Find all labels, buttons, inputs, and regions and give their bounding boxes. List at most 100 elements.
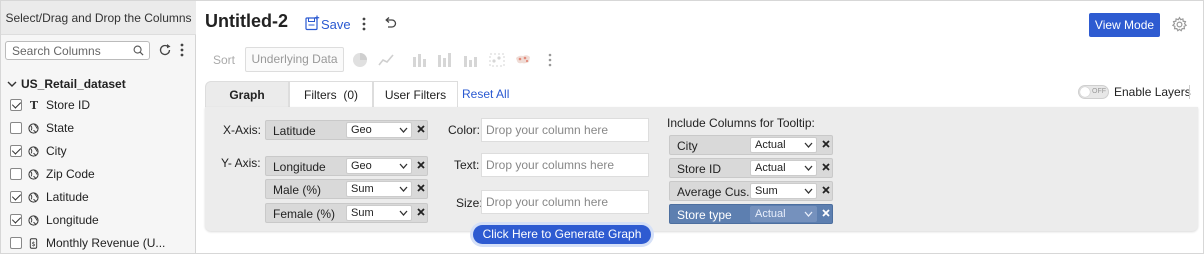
- column-item-zip-code[interactable]: Zip Code: [1, 163, 196, 186]
- globe-icon: [28, 192, 39, 203]
- column-label: Zip Code: [46, 167, 95, 181]
- graph-shelves-panel: X-Axis: Latitude Geo Y- Axis: Longitude …: [205, 107, 1198, 231]
- drop-placeholder: Drop your column here: [486, 195, 609, 209]
- y-axis-chip[interactable]: Male (%) Sum: [265, 179, 428, 199]
- save-icon: [305, 15, 320, 31]
- scatter-icon[interactable]: [488, 51, 506, 69]
- close-icon[interactable]: [416, 160, 426, 170]
- chevron-down-icon: [804, 188, 813, 194]
- globe-icon: [28, 215, 39, 226]
- column-item-store-id[interactable]: T Store ID: [1, 94, 196, 117]
- aggregation-select[interactable]: Geo: [346, 158, 412, 174]
- close-icon[interactable]: [416, 207, 426, 217]
- globe-icon: [28, 146, 39, 157]
- aggregation-value: Sum: [351, 207, 374, 219]
- chip-label: Average Cus...: [677, 185, 757, 199]
- chevron-down-icon: [399, 210, 408, 216]
- more-options-icon[interactable]: [547, 52, 553, 68]
- column-label: Monthly Revenue (U...: [46, 236, 166, 250]
- chevron-down-icon: [399, 127, 408, 133]
- globe-icon: [28, 169, 39, 180]
- aggregation-value: Geo: [351, 160, 372, 172]
- close-icon[interactable]: [821, 162, 831, 172]
- column-checkbox[interactable]: [10, 191, 22, 203]
- view-mode-button[interactable]: View Mode: [1089, 13, 1160, 37]
- column-checkbox[interactable]: [10, 122, 22, 134]
- enable-layers-toggle[interactable]: OFF: [1078, 85, 1109, 99]
- close-icon[interactable]: [821, 185, 831, 195]
- divider: [1189, 85, 1190, 99]
- close-icon[interactable]: [821, 208, 831, 218]
- tab-user-filters[interactable]: User Filters: [373, 81, 458, 107]
- x-axis-chip[interactable]: Latitude Geo: [265, 120, 428, 140]
- aggregation-select[interactable]: Sum: [346, 181, 412, 197]
- y-axis-chip[interactable]: Longitude Geo: [265, 156, 428, 176]
- size-drop-zone[interactable]: Drop your column here: [481, 190, 649, 214]
- chevron-down-icon[interactable]: [7, 79, 17, 89]
- tooltip-chip[interactable]: City Actual: [669, 135, 833, 155]
- aggregation-select[interactable]: Geo: [346, 122, 412, 138]
- aggregation-select[interactable]: Sum: [750, 183, 817, 199]
- search-input[interactable]: [12, 44, 130, 58]
- tab-filters[interactable]: Filters (0): [289, 81, 373, 107]
- globe-icon: [28, 123, 39, 134]
- text-type-icon: T: [29, 99, 39, 112]
- more-options-icon[interactable]: [361, 16, 367, 32]
- column-item-city[interactable]: City: [1, 140, 196, 163]
- column-item-latitude[interactable]: Latitude: [1, 186, 196, 209]
- chevron-down-icon: [804, 211, 813, 217]
- chip-label: Male (%): [273, 183, 322, 197]
- aggregation-select[interactable]: Actual: [750, 160, 817, 176]
- tooltip-chip[interactable]: Average Cus... Sum: [669, 181, 833, 201]
- column-checkbox[interactable]: [10, 168, 22, 180]
- column-item-state[interactable]: State: [1, 117, 196, 140]
- y-axis-chip[interactable]: Female (%) Sum: [265, 203, 428, 223]
- column-item-monthly-revenue[interactable]: $ Monthly Revenue (U...: [1, 232, 196, 254]
- stacked-bar-icon[interactable]: [435, 51, 453, 69]
- column-checkbox[interactable]: [10, 237, 22, 249]
- aggregation-value: Actual: [755, 139, 786, 151]
- y-axis-label: Y- Axis:: [221, 156, 261, 170]
- close-icon[interactable]: [416, 124, 426, 134]
- toggle-state: OFF: [1092, 88, 1106, 95]
- drop-placeholder: Drop your columns here: [486, 158, 615, 172]
- aggregation-select[interactable]: Sum: [346, 205, 412, 221]
- color-drop-zone[interactable]: Drop your column here: [481, 118, 649, 142]
- line-chart-icon[interactable]: [377, 51, 395, 69]
- undo-icon[interactable]: [383, 16, 397, 30]
- column-checkbox[interactable]: [10, 145, 22, 157]
- column-label: City: [46, 144, 67, 158]
- chip-label: Store type: [677, 208, 732, 222]
- column-chart-icon[interactable]: [461, 51, 479, 69]
- aggregation-select[interactable]: Actual: [750, 206, 817, 222]
- close-icon[interactable]: [416, 183, 426, 193]
- search-icon[interactable]: [133, 45, 144, 56]
- pie-chart-icon[interactable]: [351, 51, 369, 69]
- column-checkbox[interactable]: [10, 99, 22, 111]
- search-columns-box[interactable]: [5, 41, 150, 60]
- aggregation-select[interactable]: Actual: [750, 137, 817, 153]
- column-list: T Store ID State City Zip Code Latitude …: [1, 94, 196, 254]
- currency-icon: $: [29, 238, 38, 249]
- bar-chart-icon[interactable]: [410, 51, 428, 69]
- reset-all-link[interactable]: Reset All: [462, 87, 509, 101]
- column-checkbox[interactable]: [10, 214, 22, 226]
- generate-graph-button[interactable]: Click Here to Generate Graph: [473, 225, 651, 244]
- tooltip-chip-selected[interactable]: Store type Actual: [669, 204, 833, 224]
- enable-layers-label: Enable Layers: [1114, 85, 1191, 99]
- refresh-icon[interactable]: [158, 43, 172, 57]
- more-options-icon[interactable]: [178, 42, 186, 58]
- map-icon[interactable]: [514, 51, 532, 69]
- tooltip-chip[interactable]: Store ID Actual: [669, 158, 833, 178]
- underlying-data-button[interactable]: Underlying Data: [245, 47, 344, 72]
- tab-graph[interactable]: Graph: [205, 81, 289, 107]
- color-label: Color:: [448, 123, 481, 137]
- close-icon[interactable]: [821, 139, 831, 149]
- toggle-knob: [1080, 87, 1090, 97]
- sort-button[interactable]: Sort: [213, 53, 235, 67]
- text-drop-zone[interactable]: Drop your columns here: [481, 153, 649, 177]
- dataset-node[interactable]: US_Retail_dataset: [7, 75, 126, 93]
- gear-icon[interactable]: [1171, 16, 1188, 33]
- column-item-longitude[interactable]: Longitude: [1, 209, 196, 232]
- report-title[interactable]: Untitled-2: [205, 11, 288, 32]
